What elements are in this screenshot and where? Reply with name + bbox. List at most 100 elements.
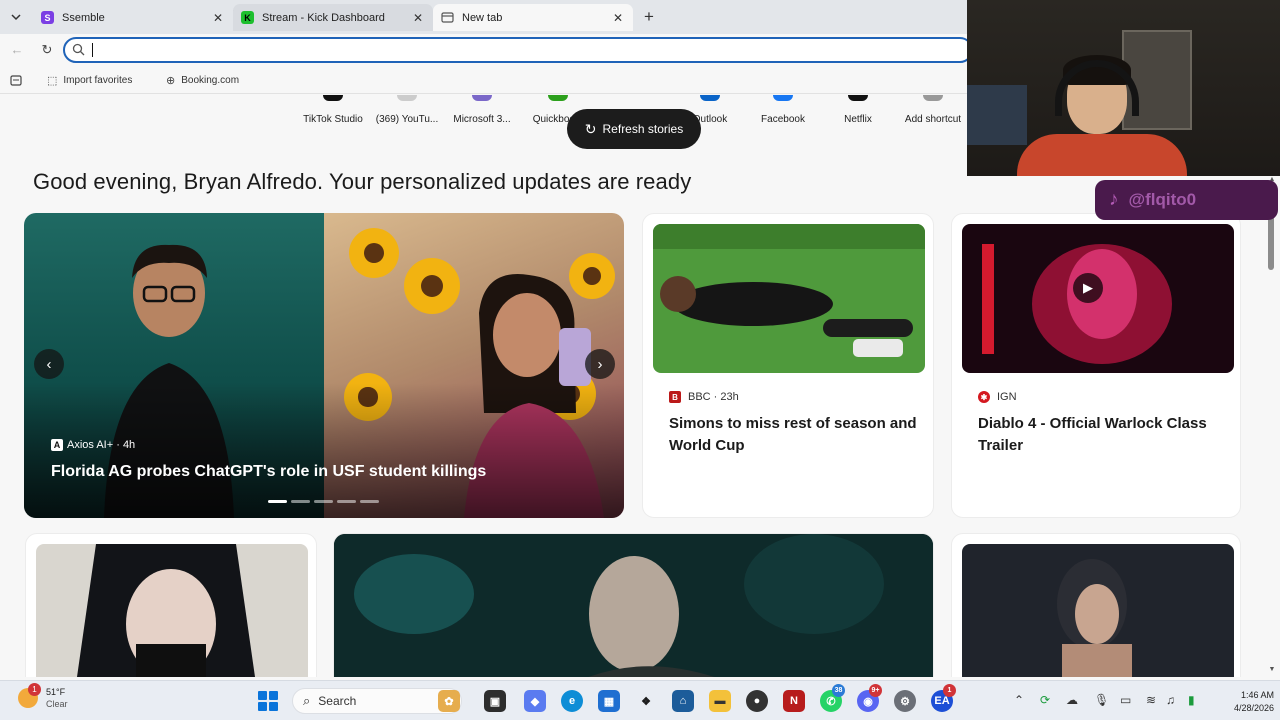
tab-kick-dashboard[interactable]: K Stream - Kick Dashboard ✕ — [233, 4, 433, 31]
microphone-icon[interactable]: 🎙 — [1094, 693, 1109, 707]
dropbox-icon[interactable]: ❖ — [635, 690, 657, 712]
battery-icon[interactable]: ▮ — [1188, 693, 1195, 707]
shortcut-label: TikTok Studio — [303, 114, 363, 125]
shortcut-label: Netflix — [844, 114, 872, 125]
app-icon[interactable]: ⌂ — [672, 690, 694, 712]
carousel-next-button[interactable]: › — [585, 349, 615, 379]
favorites-bar-menu-icon[interactable] — [10, 72, 22, 88]
store-icon[interactable]: ▦ — [598, 690, 620, 712]
refresh-stories-button[interactable]: ↻ Refresh stories — [567, 109, 701, 149]
news-thumbnail — [962, 544, 1234, 677]
carousel-dot[interactable] — [314, 500, 333, 503]
shortcut-label: (369) YouTu... — [375, 114, 439, 125]
clock-time: 1:46 AM — [1240, 690, 1274, 700]
shortcut-label: Microsoft 3... — [453, 114, 511, 125]
carousel-dot[interactable] — [337, 500, 356, 503]
refresh-stories-label: Refresh stories — [602, 122, 684, 136]
news-card-row2-2[interactable] — [333, 533, 934, 677]
obs-icon[interactable]: ● — [746, 690, 768, 712]
windows-logo-icon — [269, 691, 278, 700]
settings-gear-icon[interactable]: ⚙ — [894, 690, 916, 712]
tab-title: New tab — [462, 11, 503, 24]
tab-ssemble[interactable]: S Ssemble ✕ — [33, 4, 233, 31]
discord-icon[interactable]: ◉ 9+ — [857, 684, 882, 712]
carousel-dot[interactable] — [291, 500, 310, 503]
wifi-icon[interactable]: ≋ — [1146, 693, 1156, 707]
import-favorites-link[interactable]: ⬚ Import favorites — [47, 72, 132, 88]
ea-app-icon[interactable]: EA 1 — [931, 684, 956, 712]
news-thumbnail — [36, 544, 308, 677]
hero-carousel[interactable]: ‹ › A Axios AI+ · 4h Florida AG probes C… — [24, 213, 624, 518]
hero-headline[interactable]: Florida AG probes ChatGPT's role in USF … — [51, 463, 486, 481]
carousel-dot[interactable] — [268, 500, 287, 503]
chevron-up-icon[interactable]: ⌃ — [1014, 693, 1024, 707]
cloud-icon[interactable]: ☁ — [1066, 693, 1078, 707]
shortcut-tile[interactable]: Add shortcut — [893, 95, 973, 125]
address-input[interactable] — [89, 42, 949, 58]
refresh-icon[interactable]: ↻ — [38, 42, 56, 60]
weather-widget[interactable]: 1 51°F Clear — [18, 683, 68, 710]
close-tab-icon[interactable]: ✕ — [411, 11, 425, 25]
shortcut-tile[interactable]: Microsoft 3... — [442, 95, 522, 125]
shortcut-tile[interactable]: Facebook — [743, 95, 823, 125]
close-tab-icon[interactable]: ✕ — [611, 11, 625, 25]
screen: S Ssemble ✕ K Stream - Kick Dashboard ✕ … — [0, 0, 1280, 720]
scrollbar-thumb[interactable] — [1268, 216, 1274, 270]
news-card-ign[interactable]: ▶ ✱ IGN Diablo 4 - Official Warlock Clas… — [951, 213, 1241, 518]
shield-icon[interactable]: N — [783, 690, 805, 712]
shortcut-tile[interactable]: TikTok Studio — [293, 95, 373, 125]
tab-title: Stream - Kick Dashboard — [262, 11, 385, 24]
shortcut-icon — [548, 95, 568, 101]
shortcut-tile[interactable]: Netflix — [818, 95, 898, 125]
refresh-icon: ↻ — [584, 120, 597, 137]
shortcut-icon — [700, 95, 720, 101]
copilot-icon[interactable]: ◆ — [524, 690, 546, 712]
news-source-line: IGN — [997, 391, 1017, 403]
tab-new-tab[interactable]: New tab ✕ — [433, 4, 633, 31]
task-view-icon[interactable]: ▣ — [484, 690, 506, 712]
news-card-row2-3[interactable] — [951, 533, 1241, 677]
volume-icon[interactable]: ♫ — [1166, 693, 1175, 707]
tab-actions-menu-button[interactable] — [5, 7, 27, 27]
omnibox[interactable] — [63, 37, 973, 63]
news-card-bbc[interactable]: B BBC · 23h Simons to miss rest of seaso… — [642, 213, 934, 518]
weather-badge: 1 — [28, 683, 41, 696]
system-clock[interactable]: 1:46 AM 4/28/2026 — [1224, 689, 1274, 715]
edge-icon[interactable]: e — [561, 690, 583, 712]
tab-title: Ssemble — [62, 11, 105, 24]
whatsapp-icon[interactable]: ✆ 38 — [820, 684, 845, 712]
windows-logo-icon — [269, 702, 278, 711]
taskbar-search[interactable]: ⌕ Search — [292, 688, 462, 714]
new-tab-button[interactable]: + — [640, 8, 658, 26]
discord-badge: 9+ — [869, 684, 882, 697]
news-card-row2-1[interactable] — [25, 533, 317, 677]
shortcut-icon — [472, 95, 492, 101]
carousel-dot[interactable] — [360, 500, 379, 503]
weather-icon: 1 — [18, 683, 41, 708]
carousel-prev-button[interactable]: ‹ — [34, 349, 64, 379]
shortcut-tile[interactable]: (369) YouTu... — [367, 95, 447, 125]
scroll-down-arrow-icon[interactable]: ▼ — [1266, 666, 1278, 676]
shortcut-icon — [397, 95, 417, 101]
display-icon[interactable]: ▭ — [1120, 693, 1131, 707]
news-title[interactable]: Simons to miss rest of season and World … — [669, 413, 919, 457]
weather-desc: Clear — [46, 699, 68, 709]
start-button[interactable] — [258, 691, 278, 711]
hero-source-line: Axios AI+ · 4h — [67, 439, 136, 451]
kick-favicon-icon: K — [241, 11, 254, 24]
play-video-button[interactable]: ▶ — [1073, 273, 1103, 303]
chevron-down-icon — [11, 14, 21, 21]
chevron-right-icon: › — [597, 355, 603, 373]
tab-strip: S Ssemble ✕ K Stream - Kick Dashboard ✕ … — [0, 0, 967, 34]
booking-link[interactable]: ⊕ Booking.com — [166, 72, 239, 88]
close-tab-icon[interactable]: ✕ — [211, 11, 225, 25]
back-arrow-icon[interactable]: ← — [8, 42, 26, 60]
page-scrollbar[interactable]: ▲ ▼ — [1266, 176, 1280, 677]
sync-icon[interactable]: ⟳ — [1040, 693, 1050, 707]
file-explorer-icon[interactable]: ▬ — [709, 690, 731, 712]
carousel-dots — [268, 500, 379, 503]
greeting-heading: Good evening, Bryan Alfredo. Your person… — [33, 169, 692, 194]
news-title[interactable]: Diablo 4 - Official Warlock Class Traile… — [978, 413, 1228, 457]
new-tab-favicon-icon — [441, 11, 454, 24]
text-caret — [92, 43, 93, 57]
